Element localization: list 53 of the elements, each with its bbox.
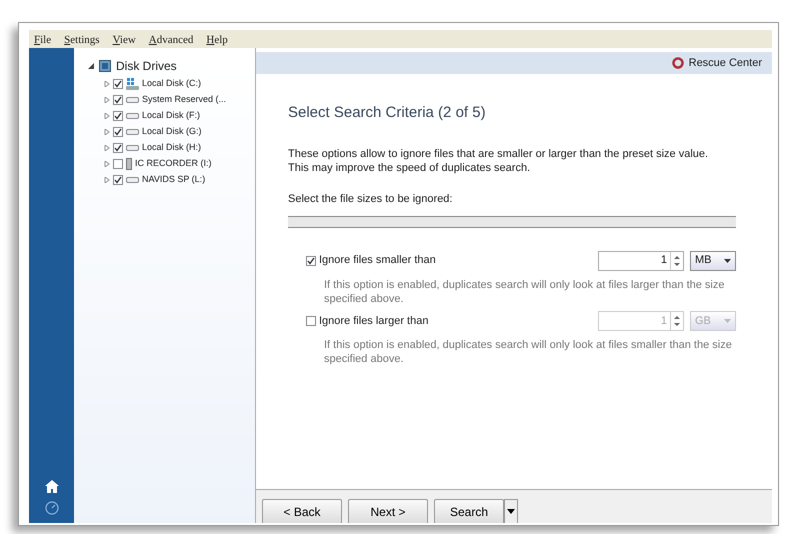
unit-dropdown[interactable]: MB (690, 250, 736, 271)
checkbox[interactable] (113, 111, 123, 121)
windows-drive-icon (126, 78, 139, 90)
section-label: Select the file sizes to be ignored: (288, 192, 454, 208)
drive-icon (126, 113, 139, 119)
page-title: Select Search Criteria (2 of 5) (288, 103, 487, 123)
gauge-icon (44, 501, 58, 515)
tree-root-label[interactable]: Disk Drives (116, 57, 177, 75)
number-field[interactable]: 1 (598, 250, 684, 271)
menu-item[interactable]: Help (206, 32, 228, 46)
nav-button[interactable]: Next > (348, 499, 428, 523)
tree-item[interactable]: System Reserved (... (142, 93, 226, 107)
tree-item[interactable]: Local Disk (C:) (142, 77, 202, 91)
caret-icon (724, 258, 731, 263)
tree-item[interactable]: Local Disk (G:) (142, 125, 202, 139)
checkbox[interactable] (113, 79, 123, 89)
spin-arrows-icon[interactable] (674, 315, 680, 328)
lifebuoy-icon (672, 57, 684, 69)
search-button[interactable]: Search (434, 499, 504, 523)
drive-icon (126, 145, 139, 151)
caret-icon (507, 509, 515, 514)
expander-icon[interactable] (88, 63, 94, 69)
drive-icon (126, 97, 139, 103)
option-description: If this option is enabled, duplicates search will only look at files larger than the size specified above. (324, 278, 726, 306)
checkbox[interactable] (113, 95, 123, 105)
checkbox[interactable] (113, 159, 123, 169)
menu-item[interactable]: View (112, 32, 136, 46)
menu-item[interactable]: Advanced (148, 32, 194, 46)
checkbox[interactable] (306, 316, 316, 326)
checkbox[interactable] (306, 256, 316, 266)
option-description: If this option is enabled, duplicates search will only look at files smaller than the size specified above. (324, 338, 733, 367)
tree-item[interactable]: Local Disk (F:) (142, 109, 200, 123)
home-icon (44, 480, 58, 493)
option-label[interactable]: Ignore files larger than (319, 312, 428, 330)
spin-arrows-icon[interactable] (674, 254, 680, 267)
recorder-icon (126, 158, 132, 170)
rescue-center-link[interactable]: Rescue Center (688, 54, 762, 72)
nav-button[interactable]: < Back (262, 499, 342, 523)
menu-item[interactable]: Settings (64, 32, 100, 46)
tree-item[interactable]: Local Disk (H:) (142, 141, 202, 155)
intro-text: These options allow to ignore files that are smaller or larger than the preset size value. This may improve the speed of duplicates search. (288, 146, 710, 176)
tree-item[interactable]: IC RECORDER (I:) (135, 157, 212, 171)
checkbox[interactable] (113, 175, 123, 185)
option-label[interactable]: Ignore files smaller than (319, 252, 436, 269)
menu-item[interactable]: File (34, 32, 52, 46)
drive-icon (126, 177, 139, 183)
caret-icon (724, 319, 731, 324)
checkbox[interactable] (113, 127, 123, 137)
drive-icon (126, 129, 139, 135)
drives-icon (99, 60, 111, 72)
tree-item[interactable]: NAVIDS SP (L:) (142, 173, 206, 187)
dropdown-caret-button[interactable] (504, 499, 518, 523)
checkbox[interactable] (113, 143, 123, 153)
